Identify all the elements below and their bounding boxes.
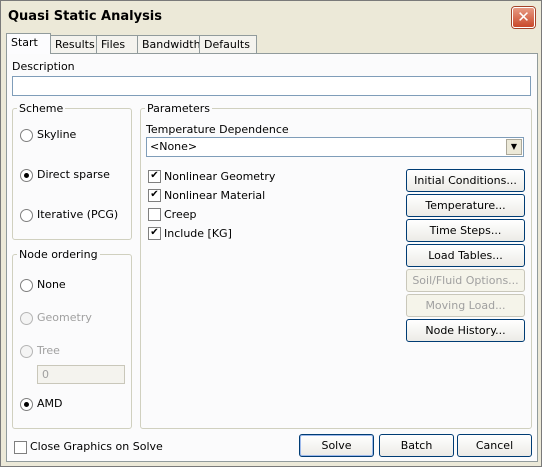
soil-fluid-options-button[interactable]: Soil/Fluid Options... <box>406 269 525 292</box>
close-button[interactable]: ✕ <box>512 7 535 28</box>
include-kg-label: Include [KG] <box>164 227 232 240</box>
node-ordering-geometry-radio[interactable] <box>20 312 33 325</box>
close-icon: ✕ <box>517 8 530 26</box>
tab-files[interactable]: Files <box>96 35 140 53</box>
node-history-button[interactable]: Node History... <box>406 319 525 342</box>
solve-button[interactable]: Solve <box>299 434 374 457</box>
temperature-dependence-label: Temperature Dependence <box>146 123 289 136</box>
temperature-button[interactable]: Temperature... <box>406 194 525 217</box>
temperature-dependence-select[interactable]: <None> ▼ <box>146 137 524 157</box>
parameters-group: Parameters Temperature Dependence <None>… <box>140 102 532 429</box>
description-input[interactable] <box>12 76 531 96</box>
node-ordering-group: Node ordering None Geometry Tree 0 AMD <box>12 248 132 429</box>
window-title: Quasi Static Analysis <box>8 9 163 24</box>
nonlinear-geometry-label: Nonlinear Geometry <box>164 170 276 183</box>
scheme-skyline-radio[interactable] <box>20 129 33 142</box>
creep-checkbox[interactable] <box>148 208 161 221</box>
scheme-direct-sparse-label: Direct sparse <box>37 168 110 181</box>
dialog-window: Quasi Static Analysis ✕ Start Results Fi… <box>0 0 542 467</box>
title-bar: Quasi Static Analysis ✕ <box>1 1 541 32</box>
cancel-button[interactable]: Cancel <box>457 434 532 457</box>
tab-defaults[interactable]: Defaults <box>199 35 257 53</box>
parameters-title: Parameters <box>145 102 212 115</box>
time-steps-button[interactable]: Time Steps... <box>406 219 525 242</box>
initial-conditions-button[interactable]: Initial Conditions... <box>406 169 525 192</box>
tab-results[interactable]: Results <box>50 35 98 53</box>
load-tables-button[interactable]: Load Tables... <box>406 244 525 267</box>
tab-bandwidth[interactable]: Bandwidth <box>137 35 203 53</box>
scheme-skyline-label: Skyline <box>37 128 77 141</box>
close-graphics-checkbox[interactable] <box>14 441 27 454</box>
tab-start[interactable]: Start <box>6 33 51 54</box>
close-graphics-label: Close Graphics on Solve <box>30 440 163 453</box>
scheme-direct-sparse-radio[interactable] <box>20 169 33 182</box>
node-ordering-geometry-label: Geometry <box>37 311 92 324</box>
node-ordering-none-radio[interactable] <box>20 279 33 292</box>
moving-load-button[interactable]: Moving Load... <box>406 294 525 317</box>
creep-label: Creep <box>164 208 197 221</box>
tab-panel: Description Scheme Skyline Direct sparse… <box>6 53 538 462</box>
nonlinear-geometry-checkbox[interactable]: ✔ <box>148 170 161 183</box>
chevron-down-icon[interactable]: ▼ <box>506 139 522 155</box>
nonlinear-material-label: Nonlinear Material <box>164 189 266 202</box>
scheme-group: Scheme Skyline Direct sparse Iterative (… <box>12 102 132 240</box>
tree-value-field[interactable]: 0 <box>37 365 125 384</box>
description-label: Description <box>12 60 75 73</box>
nonlinear-material-checkbox[interactable]: ✔ <box>148 189 161 202</box>
node-ordering-amd-radio[interactable] <box>20 398 33 411</box>
node-ordering-amd-label: AMD <box>37 397 63 410</box>
node-ordering-title: Node ordering <box>17 248 100 261</box>
node-ordering-none-label: None <box>37 278 66 291</box>
batch-button[interactable]: Batch <box>379 434 454 457</box>
scheme-iterative-radio[interactable] <box>20 209 33 222</box>
include-kg-checkbox[interactable]: ✔ <box>148 227 161 240</box>
temperature-dependence-value: <None> <box>150 140 198 153</box>
node-ordering-tree-label: Tree <box>37 344 60 357</box>
scheme-iterative-label: Iterative (PCG) <box>37 208 119 221</box>
node-ordering-tree-radio[interactable] <box>20 345 33 358</box>
scheme-title: Scheme <box>17 102 66 115</box>
